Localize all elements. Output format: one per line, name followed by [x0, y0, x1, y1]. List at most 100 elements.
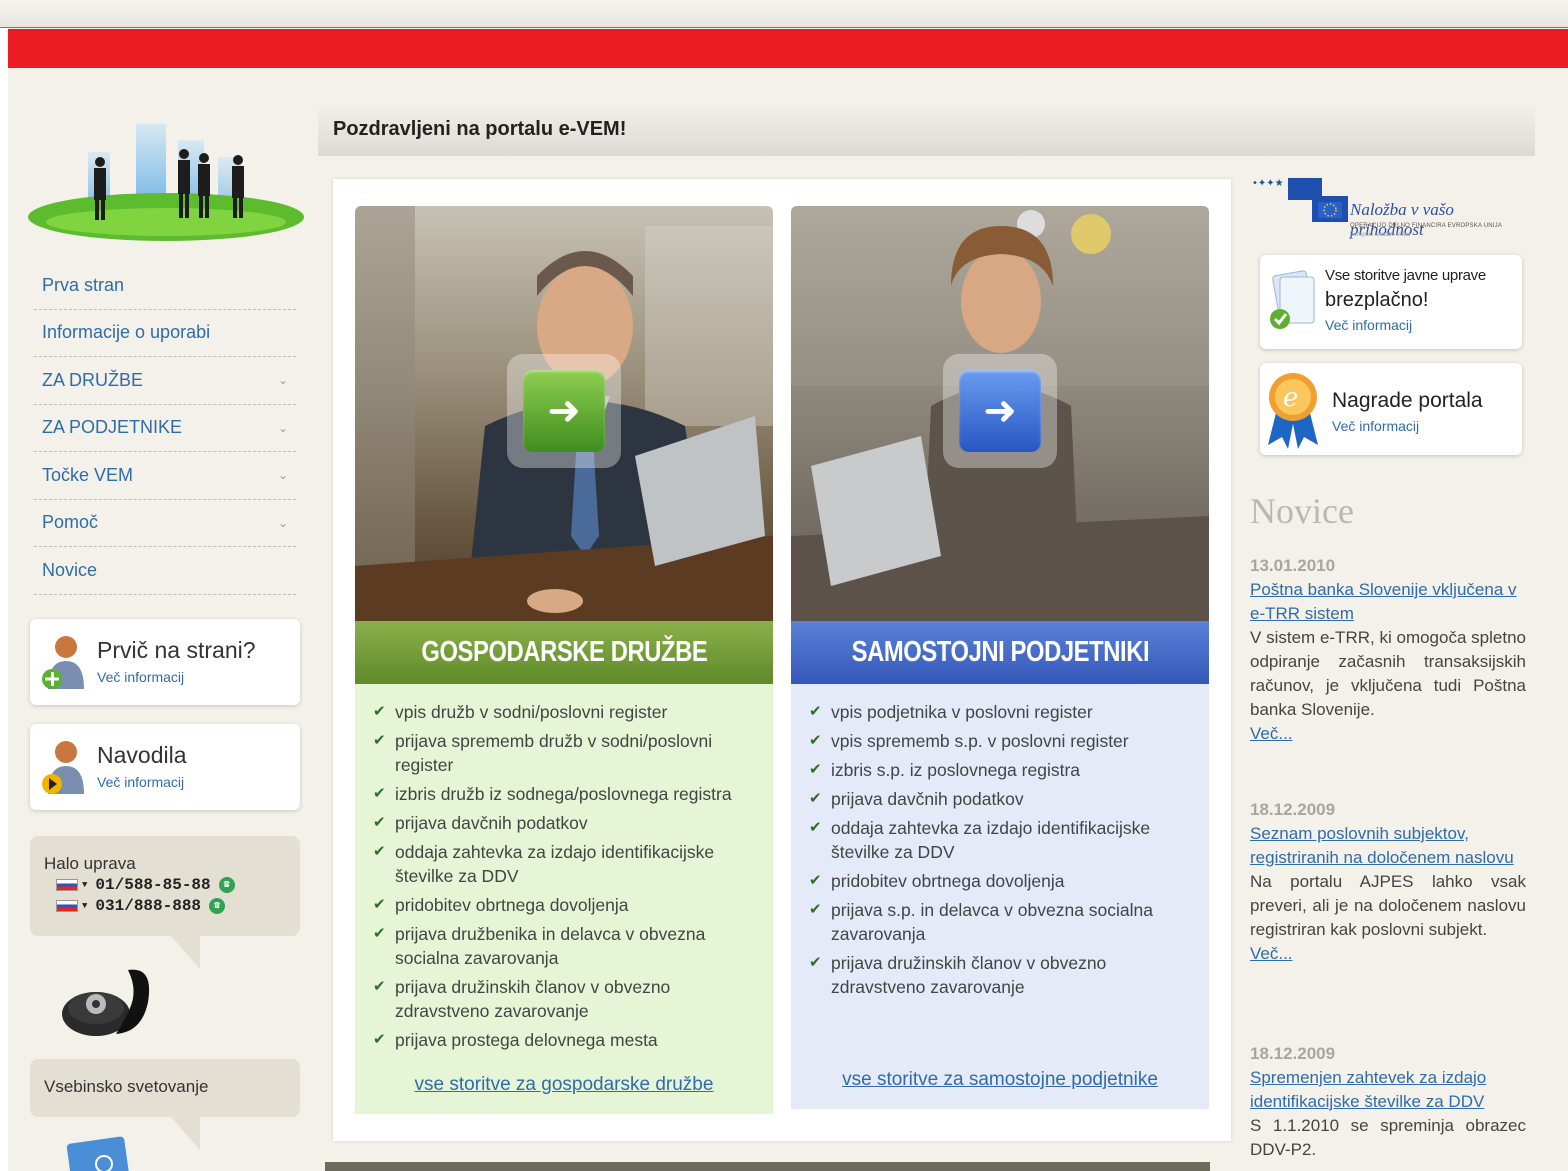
eu-subtitle-2: Evropski socialni sklad — [1350, 232, 1411, 238]
list-item: prijava davčnih podatkov — [809, 787, 1195, 811]
nav-item-help[interactable]: Pomoč ⌄ — [34, 500, 296, 547]
first-visit-title: Prvič na strani? — [97, 637, 256, 663]
nav-item-usage-info[interactable]: Informacije o uporabi — [34, 310, 296, 357]
list-item: pridobitev obrtnega dovoljenja — [809, 869, 1195, 893]
list-item: izbris družb iz sodnega/poslovnega regis… — [373, 782, 759, 806]
entrepreneurs-arrow-button[interactable]: ➜ — [943, 354, 1057, 468]
list-item: oddaja zahtevka za izdajo identifikacijs… — [373, 840, 759, 888]
free-services-line1: Vse storitve javne uprave — [1325, 267, 1486, 284]
entrepreneurs-band[interactable]: SAMOSTOJNI PODJETNIKI — [791, 621, 1209, 684]
companies-arrow-button[interactable]: ➜ — [507, 354, 621, 468]
main-panel: ➜ GOSPODARSKE DRUŽBE vpis družb v sodni/… — [333, 179, 1231, 1141]
dropdown-arrow-icon: ▼ — [82, 879, 88, 890]
news-title-link[interactable]: Spremenjen zahtevek za izdajo identifika… — [1250, 1066, 1526, 1114]
nav-item-entrepreneurs[interactable]: ZA PODJETNIKE ⌄ — [34, 405, 296, 452]
free-services-box[interactable]: Vse storitve javne uprave brezplačno! Ve… — [1260, 255, 1522, 349]
eu-subtitle: OPERACIJO DELNO FINANCIRA EVROPSKA UNIJA — [1350, 223, 1503, 229]
all-entrepreneur-services-link[interactable]: vse storitve za samostojne podjetnike — [791, 1069, 1209, 1091]
main-navigation: Prva stran Informacije o uporabi ZA DRUŽ… — [34, 262, 296, 595]
phone-row[interactable]: ▼ 01/588-85-88 ☎ — [56, 874, 286, 895]
list-item: prijava družinskih članov v obvezno zdra… — [373, 975, 759, 1023]
telephone-icon — [62, 969, 150, 1036]
slovenia-flag-icon — [56, 899, 78, 912]
instructions-more-link[interactable]: Več informacij — [97, 774, 184, 790]
chevron-down-icon: ⌄ — [277, 420, 288, 435]
news-heading: Novice — [1250, 491, 1354, 531]
all-company-services-link[interactable]: vse storitve za gospodarske družbe — [355, 1074, 773, 1096]
call-icon[interactable]: ☎ — [209, 897, 226, 914]
left-edge — [0, 28, 8, 1171]
companies-photo: ➜ — [355, 206, 773, 621]
list-item: prijava prostega delovnega mesta — [373, 1028, 759, 1052]
free-services-line2: brezplačno! — [1325, 289, 1429, 311]
list-item: prijava družinskih članov v obvezno zdra… — [809, 951, 1195, 999]
call-icon[interactable]: ☎ — [218, 876, 235, 893]
nav-item-news[interactable]: Novice — [34, 547, 296, 595]
phone-number: 01/588-85-88 — [95, 875, 211, 894]
news-text: Na portalu AJPES lahko vsak preveri, ali… — [1250, 872, 1526, 939]
entrepreneurs-services-list: vpis podjetnika v poslovni register vpis… — [791, 684, 1209, 999]
dropdown-arrow-icon: ▼ — [82, 900, 88, 911]
content-advice-title: Vsebinsko svetovanje — [44, 1077, 209, 1096]
list-item: izbris s.p. iz poslovnega registra — [809, 758, 1195, 782]
companies-band[interactable]: GOSPODARSKE DRUŽBE — [355, 621, 773, 684]
list-item: vpis družb v sodni/poslovni register — [373, 700, 759, 724]
logo-businessmen-skyline[interactable] — [28, 112, 304, 247]
notebook-icon — [66, 1136, 129, 1171]
portal-awards-box[interactable]: e Nagrade portala Več informacij — [1260, 363, 1522, 455]
chevron-down-icon: ⌄ — [277, 515, 288, 530]
list-item: prijava davčnih podatkov — [373, 811, 759, 835]
svg-text:•✦✦★: •✦✦★ — [1252, 178, 1284, 189]
companies-list-area: vpis družb v sodni/poslovni register pri… — [355, 684, 773, 1114]
slovenia-flag-icon — [56, 878, 78, 891]
news-item: 18.12.2009 Spremenjen zahtevek za izdajo… — [1250, 1042, 1526, 1162]
news-date: 18.12.2009 — [1250, 1044, 1336, 1063]
list-item: prijava sprememb družb v sodni/poslovni … — [373, 729, 759, 777]
documents-check-icon — [1270, 270, 1315, 329]
browser-top-strip — [0, 0, 1568, 28]
news-title-link[interactable]: Seznam poslovnih subjektov, registrirani… — [1250, 822, 1526, 870]
svg-text:e: e — [1283, 383, 1298, 413]
portal-awards-title: Nagrade portala — [1332, 389, 1483, 412]
list-item: oddaja zahtevka za izdajo identifikacijs… — [809, 816, 1195, 864]
free-services-more-link[interactable]: Več informacij — [1325, 317, 1412, 333]
news-more-link[interactable]: Več... — [1250, 942, 1526, 966]
news-item: 13.01.2010 Poštna banka Slovenije vključ… — [1250, 554, 1526, 746]
chevron-down-icon: ⌄ — [277, 373, 288, 388]
news-text: S 1.1.2010 se spreminja obrazec DDV-P2. — [1250, 1116, 1526, 1159]
first-visit-box[interactable]: Prvič na strani? Več informacij — [30, 619, 300, 705]
eu-logo-icon: •✦✦★ — [1252, 178, 1348, 222]
bottom-section-header — [325, 1162, 1210, 1171]
nav-item-vem-points[interactable]: Točke VEM ⌄ — [34, 452, 296, 500]
news-more-link[interactable]: Več... — [1250, 722, 1526, 746]
news-title-link[interactable]: Poštna banka Slovenije vključena v e-TRR… — [1250, 578, 1526, 626]
nav-item-home[interactable]: Prva stran — [34, 262, 296, 310]
news-date: 18.12.2009 — [1250, 800, 1336, 819]
list-item: vpis sprememb s.p. v poslovni register — [809, 729, 1195, 753]
nav-item-companies[interactable]: ZA DRUŽBE ⌄ — [34, 357, 296, 405]
phone-row[interactable]: ▼ 031/888-888 ☎ — [56, 895, 286, 916]
news-item: 18.12.2009 Seznam poslovnih subjektov, r… — [1250, 798, 1526, 966]
first-visit-more-link[interactable]: Več informacij — [97, 669, 184, 685]
news-date: 13.01.2010 — [1250, 556, 1336, 575]
list-item: prijava s.p. in delavca v obvezna social… — [809, 898, 1195, 946]
list-item: pridobitev obrtnega dovoljenja — [373, 893, 759, 917]
instructions-title: Navodila — [97, 742, 187, 768]
instructions-box[interactable]: Navodila Več informacij — [30, 724, 300, 810]
content-advice-box[interactable]: Vsebinsko svetovanje — [30, 1059, 300, 1117]
halo-title: Halo uprava — [44, 854, 136, 873]
header-red-bar — [8, 29, 1568, 68]
phone-number: 031/888-888 — [95, 896, 202, 915]
page-title: Pozdravljeni na portalu e-VEM! — [333, 118, 627, 140]
person-plus-icon — [42, 636, 84, 689]
arrow-right-icon: ➜ — [959, 370, 1041, 452]
companies-services-list: vpis družb v sodni/poslovni register pri… — [355, 684, 773, 1052]
eu-funding-banner[interactable]: •✦✦★ Naložba v vašo prihodnost OPERACIJO… — [1252, 176, 1530, 244]
news-text: V sistem e-TRR, ki omogoča spletno odpir… — [1250, 628, 1526, 719]
person-play-icon — [42, 741, 84, 794]
speech-bubble-tail — [170, 1116, 200, 1150]
portal-awards-more-link[interactable]: Več informacij — [1332, 418, 1419, 434]
list-item: vpis podjetnika v poslovni register — [809, 700, 1195, 724]
entrepreneurs-list-area: vpis podjetnika v poslovni register vpis… — [791, 684, 1209, 1109]
arrow-right-icon: ➜ — [523, 370, 605, 452]
